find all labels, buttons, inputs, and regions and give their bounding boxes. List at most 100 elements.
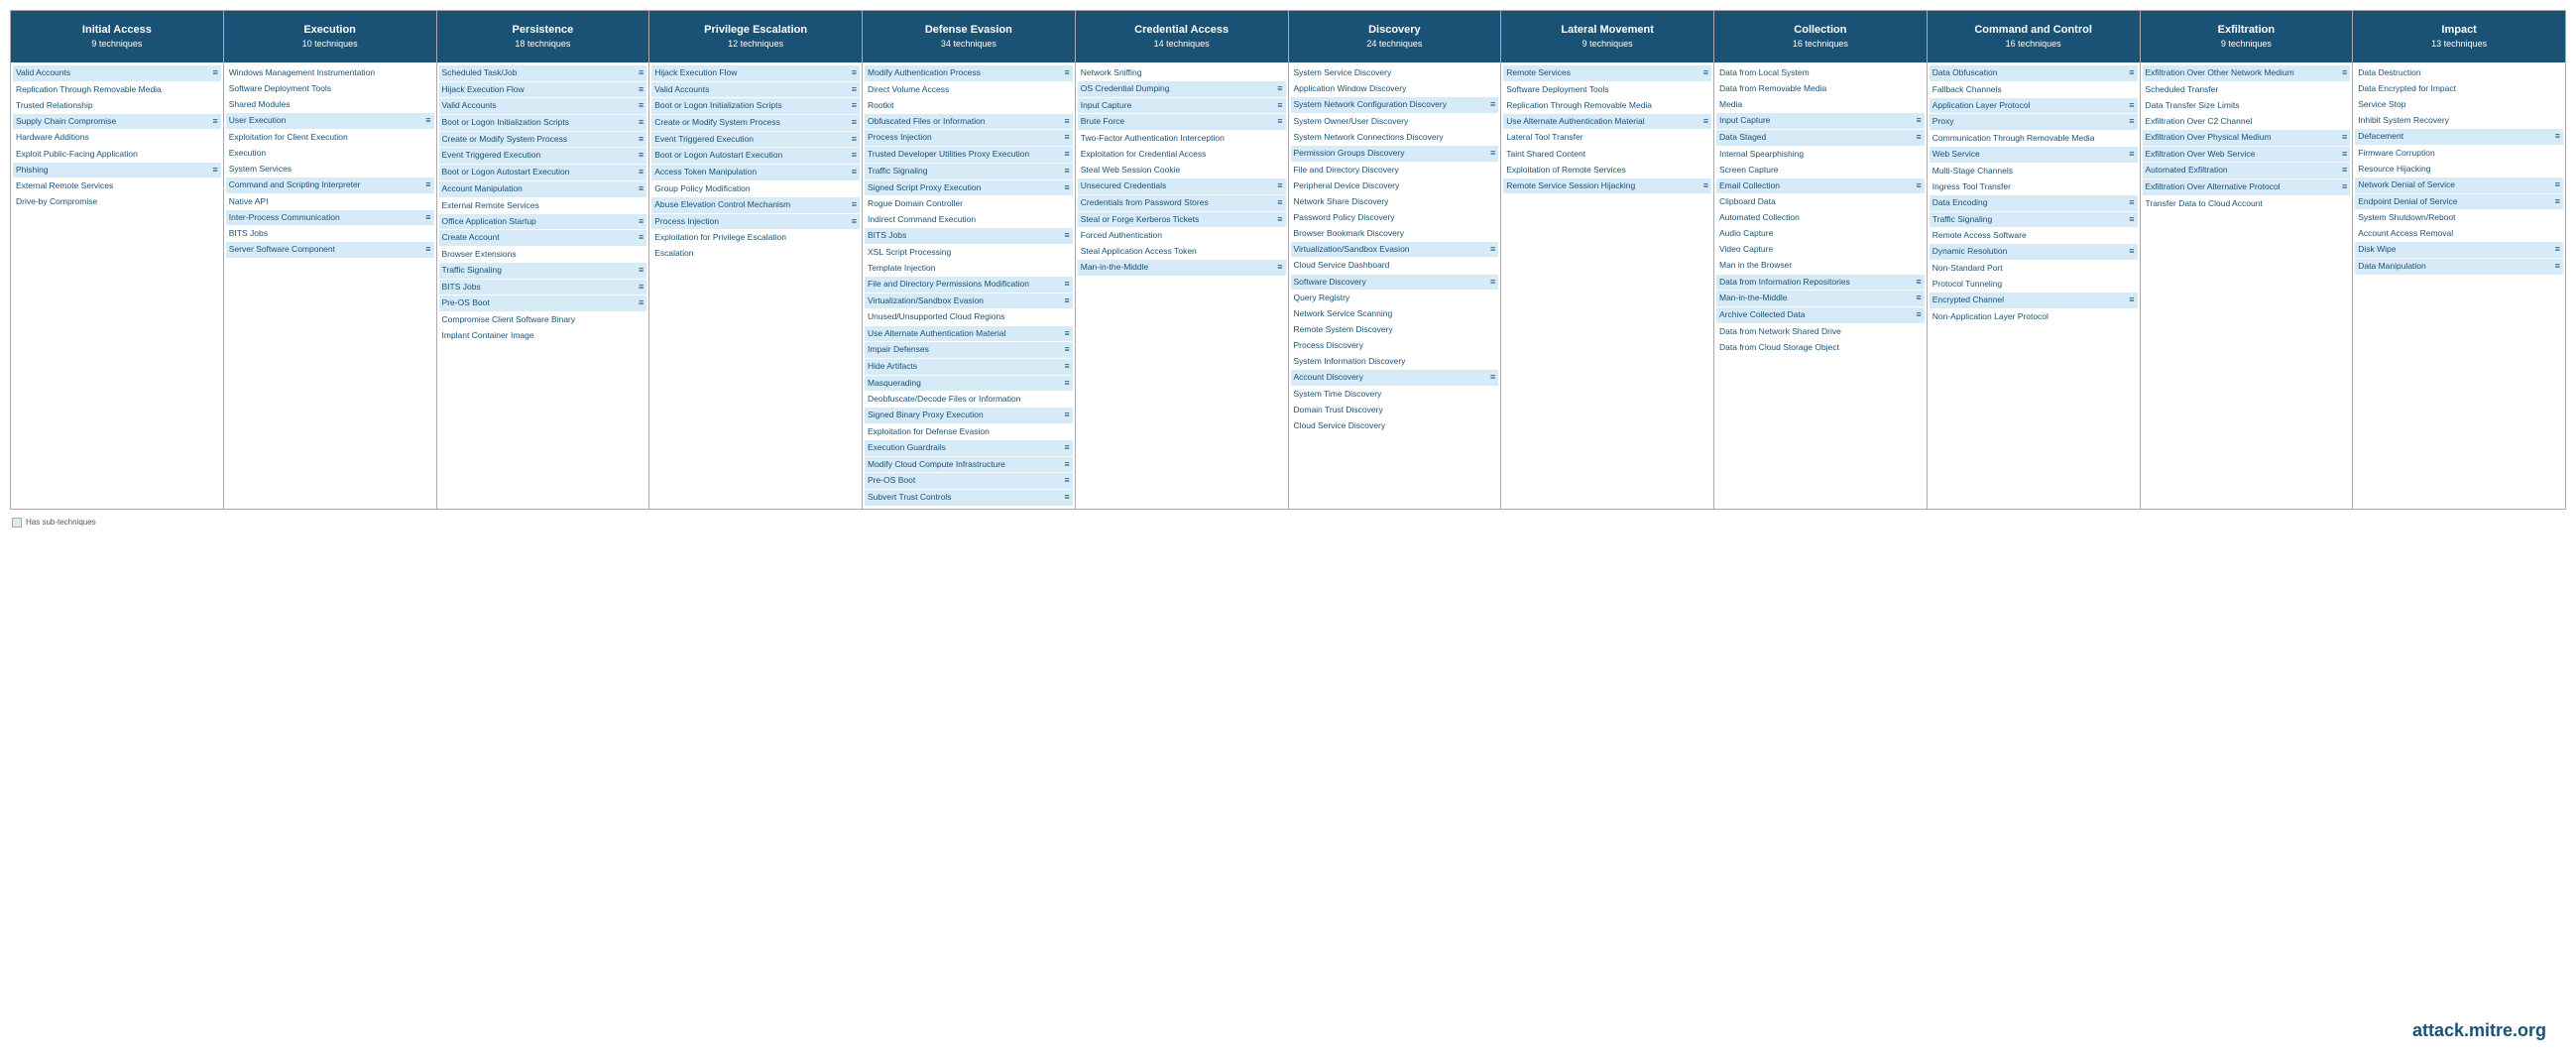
technique-item[interactable]: Execution Guardrails≡ [865, 440, 1073, 456]
technique-item[interactable]: Exploitation for Credential Access [1078, 147, 1286, 162]
technique-item[interactable]: Execution [226, 146, 434, 161]
technique-item[interactable]: Exfiltration Over C2 Channel [2143, 114, 2351, 129]
technique-item[interactable]: Abuse Elevation Control Mechanism≡ [651, 197, 860, 213]
technique-item[interactable]: Dynamic Resolution≡ [1930, 244, 2138, 260]
technique-item[interactable]: File and Directory Discovery [1291, 163, 1499, 177]
technique-item[interactable]: Password Policy Discovery [1291, 210, 1499, 225]
technique-item[interactable]: System Shutdown/Reboot [2355, 210, 2563, 225]
technique-item[interactable]: Exploitation for Client Execution [226, 130, 434, 145]
technique-item[interactable]: Permission Groups Discovery≡ [1291, 146, 1499, 162]
technique-item[interactable]: Hijack Execution Flow≡ [439, 82, 647, 98]
technique-item[interactable]: Process Injection≡ [865, 130, 1073, 146]
technique-item[interactable]: Unsecured Credentials≡ [1078, 178, 1286, 194]
technique-item[interactable]: Resource Hijacking [2355, 162, 2563, 177]
technique-item[interactable]: Hardware Additions [13, 130, 221, 145]
technique-item[interactable]: Signed Binary Proxy Execution≡ [865, 408, 1073, 423]
technique-item[interactable]: Cloud Service Discovery [1291, 418, 1499, 433]
technique-item[interactable]: Process Discovery [1291, 338, 1499, 353]
technique-item[interactable]: Exfiltration Over Web Service≡ [2143, 147, 2351, 163]
technique-item[interactable]: System Owner/User Discovery [1291, 114, 1499, 129]
technique-item[interactable]: Create or Modify System Process≡ [651, 115, 860, 131]
technique-item[interactable]: Automated Collection [1716, 210, 1925, 225]
technique-item[interactable]: Remote Service Session Hijacking≡ [1503, 178, 1711, 194]
technique-item[interactable]: Email Collection≡ [1716, 178, 1925, 194]
technique-item[interactable]: BITS Jobs≡ [439, 280, 647, 295]
technique-item[interactable]: Direct Volume Access [865, 82, 1073, 97]
technique-item[interactable]: Defacement≡ [2355, 129, 2563, 145]
technique-item[interactable]: Cloud Service Dashboard [1291, 258, 1499, 273]
technique-item[interactable]: Network Denial of Service≡ [2355, 177, 2563, 193]
technique-item[interactable]: Media [1716, 97, 1925, 112]
technique-item[interactable]: Traffic Signaling≡ [439, 263, 647, 279]
technique-item[interactable]: Automated Exfiltration≡ [2143, 163, 2351, 178]
technique-item[interactable]: Communication Through Removable Media [1930, 131, 2138, 146]
technique-item[interactable]: Peripheral Device Discovery [1291, 178, 1499, 193]
technique-item[interactable]: Drive-by Compromise [13, 194, 221, 209]
technique-item[interactable]: Two-Factor Authentication Interception [1078, 131, 1286, 146]
technique-item[interactable]: Pre-OS Boot≡ [439, 295, 647, 311]
technique-item[interactable]: Input Capture≡ [1716, 113, 1925, 129]
technique-item[interactable]: Office Application Startup≡ [439, 214, 647, 230]
technique-item[interactable]: Ingress Tool Transfer [1930, 179, 2138, 194]
technique-item[interactable]: Man in the Browser [1716, 258, 1925, 273]
technique-item[interactable]: Non-Standard Port [1930, 261, 2138, 276]
technique-item[interactable]: Shared Modules [226, 97, 434, 112]
technique-item[interactable]: System Network Connections Discovery [1291, 130, 1499, 145]
technique-item[interactable]: Software Deployment Tools [1503, 82, 1711, 97]
technique-item[interactable]: Data Encrypted for Impact [2355, 81, 2563, 96]
technique-item[interactable]: Software Discovery≡ [1291, 275, 1499, 291]
technique-item[interactable]: Inhibit System Recovery [2355, 113, 2563, 128]
technique-item[interactable]: Video Capture [1716, 242, 1925, 257]
technique-item[interactable]: Impair Defenses≡ [865, 342, 1073, 358]
technique-item[interactable]: Archive Collected Data≡ [1716, 307, 1925, 323]
technique-item[interactable]: Data Destruction [2355, 65, 2563, 80]
technique-item[interactable]: Protocol Tunneling [1930, 277, 2138, 292]
technique-item[interactable]: Forced Authentication [1078, 228, 1286, 243]
technique-item[interactable]: Supply Chain Compromise≡ [13, 114, 221, 130]
technique-item[interactable]: Software Deployment Tools [226, 81, 434, 96]
technique-item[interactable]: Event Triggered Execution≡ [439, 148, 647, 164]
technique-item[interactable]: Remote Services≡ [1503, 65, 1711, 81]
technique-item[interactable]: Exploit Public-Facing Application [13, 147, 221, 162]
technique-item[interactable]: OS Credential Dumping≡ [1078, 81, 1286, 97]
technique-item[interactable]: Account Discovery≡ [1291, 370, 1499, 386]
technique-item[interactable]: Valid Accounts≡ [651, 82, 860, 98]
technique-item[interactable]: Account Access Removal [2355, 226, 2563, 241]
technique-item[interactable]: Network Sniffing [1078, 65, 1286, 80]
technique-item[interactable]: Boot or Logon Autostart Execution≡ [439, 165, 647, 180]
technique-item[interactable]: Boot or Logon Initialization Scripts≡ [439, 115, 647, 131]
technique-item[interactable]: Proxy≡ [1930, 114, 2138, 130]
technique-item[interactable]: Exploitation of Remote Services [1503, 163, 1711, 177]
technique-item[interactable]: Data from Information Repositories≡ [1716, 275, 1925, 291]
technique-item[interactable]: Web Service≡ [1930, 147, 2138, 163]
technique-item[interactable]: Replication Through Removable Media [13, 82, 221, 97]
technique-item[interactable]: Man-in-the-Middle≡ [1716, 291, 1925, 306]
technique-item[interactable]: Steal or Forge Kerberos Tickets≡ [1078, 212, 1286, 228]
technique-item[interactable]: Unused/Unsupported Cloud Regions [865, 309, 1073, 324]
technique-item[interactable]: Data from Network Shared Drive [1716, 324, 1925, 339]
technique-item[interactable]: Browser Extensions [439, 247, 647, 262]
technique-item[interactable]: Credentials from Password Stores≡ [1078, 195, 1286, 211]
technique-item[interactable]: Encrypted Channel≡ [1930, 293, 2138, 308]
technique-item[interactable]: Brute Force≡ [1078, 114, 1286, 130]
technique-item[interactable]: Valid Accounts≡ [13, 65, 221, 81]
technique-item[interactable]: Implant Container Image [439, 328, 647, 343]
technique-item[interactable]: Query Registry [1291, 291, 1499, 305]
technique-item[interactable]: Obfuscated Files or Information≡ [865, 114, 1073, 130]
technique-item[interactable]: Data from Removable Media [1716, 81, 1925, 96]
technique-item[interactable]: Trusted Developer Utilities Proxy Execut… [865, 147, 1073, 163]
technique-item[interactable]: Exfiltration Over Physical Medium≡ [2143, 130, 2351, 146]
technique-item[interactable]: Fallback Channels [1930, 82, 2138, 97]
technique-item[interactable]: Native API [226, 194, 434, 209]
technique-item[interactable]: Modify Authentication Process≡ [865, 65, 1073, 81]
technique-item[interactable]: File and Directory Permissions Modificat… [865, 277, 1073, 293]
technique-item[interactable]: Data from Cloud Storage Object [1716, 340, 1925, 355]
technique-item[interactable]: Replication Through Removable Media [1503, 98, 1711, 113]
technique-item[interactable]: Endpoint Denial of Service≡ [2355, 194, 2563, 210]
technique-item[interactable]: Exfiltration Over Other Network Medium≡ [2143, 65, 2351, 81]
technique-item[interactable]: Audio Capture [1716, 226, 1925, 241]
technique-item[interactable]: Pre-OS Boot≡ [865, 473, 1073, 489]
technique-item[interactable]: BITS Jobs≡ [865, 228, 1073, 244]
technique-item[interactable]: Modify Cloud Compute Infrastructure≡ [865, 457, 1073, 473]
technique-item[interactable]: Traffic Signaling≡ [1930, 212, 2138, 228]
